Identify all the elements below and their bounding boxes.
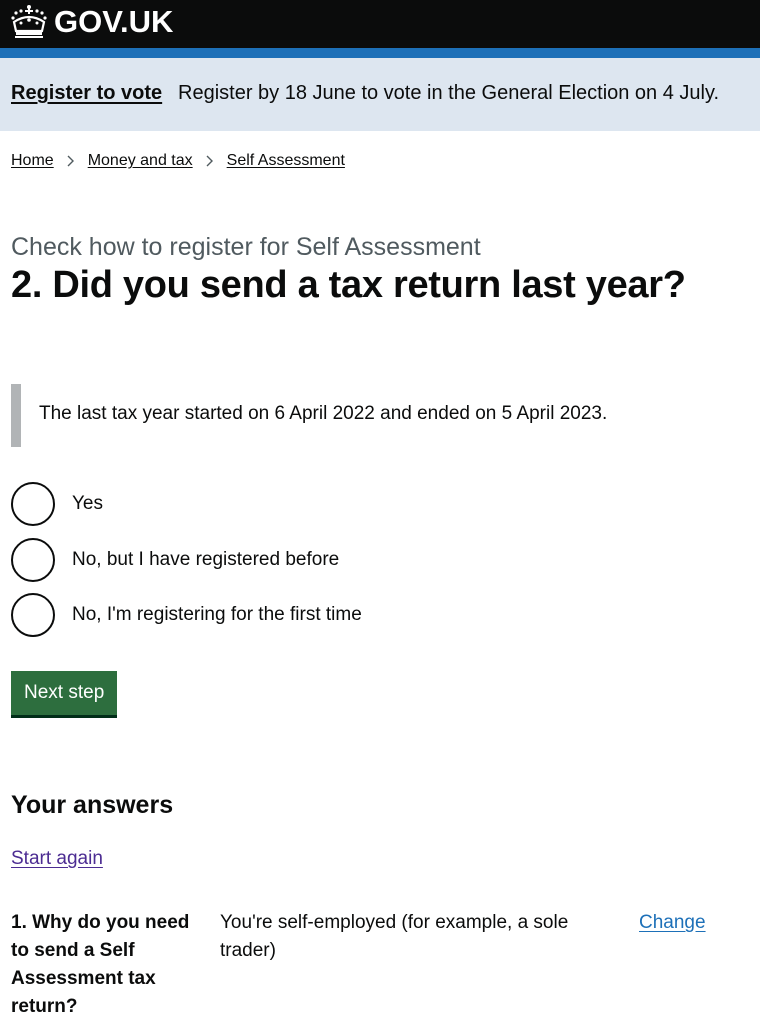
crown-icon	[11, 5, 47, 38]
breadcrumb-self-assessment[interactable]: Self Assessment	[227, 152, 345, 170]
radio-button[interactable]	[11, 538, 55, 582]
next-step-button[interactable]: Next step	[11, 671, 118, 715]
inset-text: The last tax year started on 6 April 202…	[39, 403, 608, 424]
radio-button[interactable]	[11, 482, 55, 526]
radio-label: Yes	[72, 493, 103, 514]
register-to-vote-link[interactable]: Register to vote	[11, 82, 162, 105]
banner-text: Register by 18 June to vote in the Gener…	[178, 82, 720, 104]
chevron-right-icon	[67, 155, 74, 167]
start-again-link[interactable]: Start again	[11, 848, 103, 870]
site-header: GOV.UK	[0, 0, 760, 48]
radio-option-first-time[interactable]: No, I'm registering for the first time	[11, 593, 362, 637]
radio-option-registered-before[interactable]: No, but I have registered before	[11, 538, 339, 582]
breadcrumb-home[interactable]: Home	[11, 152, 54, 170]
page-caption: Check how to register for Self Assessmen…	[11, 233, 481, 261]
chevron-right-icon	[206, 155, 213, 167]
radio-button[interactable]	[11, 593, 55, 637]
your-answers-heading: Your answers	[11, 791, 174, 819]
header-stripe	[0, 48, 760, 58]
radio-label: No, but I have registered before	[72, 549, 340, 570]
answer-question: 1. Why do you need to send a Self Assess…	[11, 912, 190, 1017]
page-title: 2. Did you send a tax return last year?	[11, 264, 686, 306]
radio-label: No, I'm registering for the first time	[72, 604, 362, 625]
govuk-logo-link[interactable]: GOV.UK	[10, 2, 173, 42]
change-answer-link[interactable]: Change	[639, 909, 706, 937]
breadcrumb: Home Money and tax Self Assessment	[11, 149, 345, 173]
breadcrumb-money-and-tax[interactable]: Money and tax	[88, 152, 193, 170]
radio-option-yes[interactable]: Yes	[11, 482, 103, 526]
answer-value: You're self-employed (for example, a sol…	[220, 912, 569, 961]
logo-text: GOV.UK	[54, 4, 174, 39]
